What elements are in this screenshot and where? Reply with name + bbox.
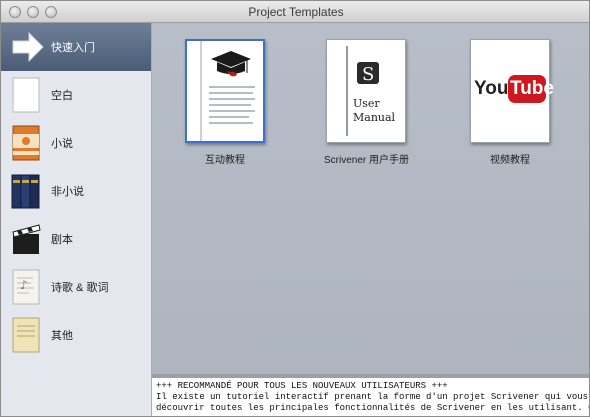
template-user-manual[interactable]: S User Manual Scrivener 用户手册	[324, 39, 410, 166]
template-label: 互动教程	[205, 155, 245, 166]
svg-text:♪: ♪	[20, 278, 28, 292]
template-video-tutorial[interactable]: You Tube 视频教程	[468, 39, 554, 166]
sidebar-item-label: 剧本	[51, 234, 73, 246]
youtube-icon: You Tube	[470, 39, 554, 143]
sidebar-item-label: 其他	[51, 330, 73, 342]
description-line: découvrir toutes les principales fonctio…	[156, 403, 589, 413]
template-description: +++ RECOMMANDÉ POUR TOUS LES NOUVEAUX UT…	[152, 378, 589, 416]
clapperboard-icon	[11, 220, 41, 258]
description-line: Il existe un tutoriel interactif prenant…	[156, 392, 589, 402]
sidebar-item-label: 非小说	[51, 186, 84, 198]
template-label: Scrivener 用户手册	[324, 155, 410, 166]
youtube-tube-text: Tube	[510, 78, 554, 99]
window-title: Project Templates	[248, 5, 344, 19]
sidebar-item-label: 诗歌 & 歌词	[51, 282, 109, 294]
sidebar-item-script[interactable]: 剧本	[1, 215, 151, 263]
template-grid: 互动教程 S User Manual Scrivener 用户手册 You Tu…	[152, 23, 589, 374]
sidebar-item-label: 快速入门	[51, 42, 95, 54]
sidebar-item-poetry[interactable]: ♪ 诗歌 & 歌词	[1, 263, 151, 311]
thumb-text-user: User	[353, 97, 380, 110]
user-manual-icon: S User Manual	[326, 39, 406, 143]
youtube-you-text: You	[474, 78, 509, 99]
document-icon	[11, 316, 41, 354]
template-interactive-tutorial[interactable]: 互动教程	[183, 39, 267, 166]
sidebar-item-label: 空白	[51, 90, 73, 102]
blank-page-icon	[11, 76, 41, 114]
svg-text:S: S	[362, 64, 374, 85]
sidebar-item-label: 小说	[51, 138, 73, 150]
template-label: 视频教程	[490, 155, 530, 166]
youtube-tube-badge: Tube	[508, 75, 554, 103]
thumb-text-manual: Manual	[353, 111, 396, 124]
description-line: +++ RECOMMANDÉ POUR TOUS LES NOUVEAUX UT…	[156, 381, 448, 391]
sidebar-item-fiction[interactable]: 小说	[1, 119, 151, 167]
arrow-right-icon	[11, 28, 44, 66]
category-sidebar: 快速入门 空白 小说 非小说 剧本 ♪ 诗歌 & 歌词 其他	[1, 23, 152, 416]
book-icon	[11, 124, 41, 162]
book-stack-icon	[11, 172, 41, 210]
graduation-cap-icon	[185, 39, 265, 143]
title-bar: Project Templates	[1, 1, 589, 23]
poetry-page-icon: ♪	[11, 268, 41, 306]
sidebar-item-non-fiction[interactable]: 非小说	[1, 167, 151, 215]
sidebar-item-getting-started[interactable]: 快速入门	[1, 23, 151, 71]
sidebar-item-blank[interactable]: 空白	[1, 71, 151, 119]
sidebar-item-other[interactable]: 其他	[1, 311, 151, 359]
project-templates-window: Project Templates 快速入门 空白 小说 非小说 剧本 ♪ 诗歌…	[0, 0, 590, 417]
